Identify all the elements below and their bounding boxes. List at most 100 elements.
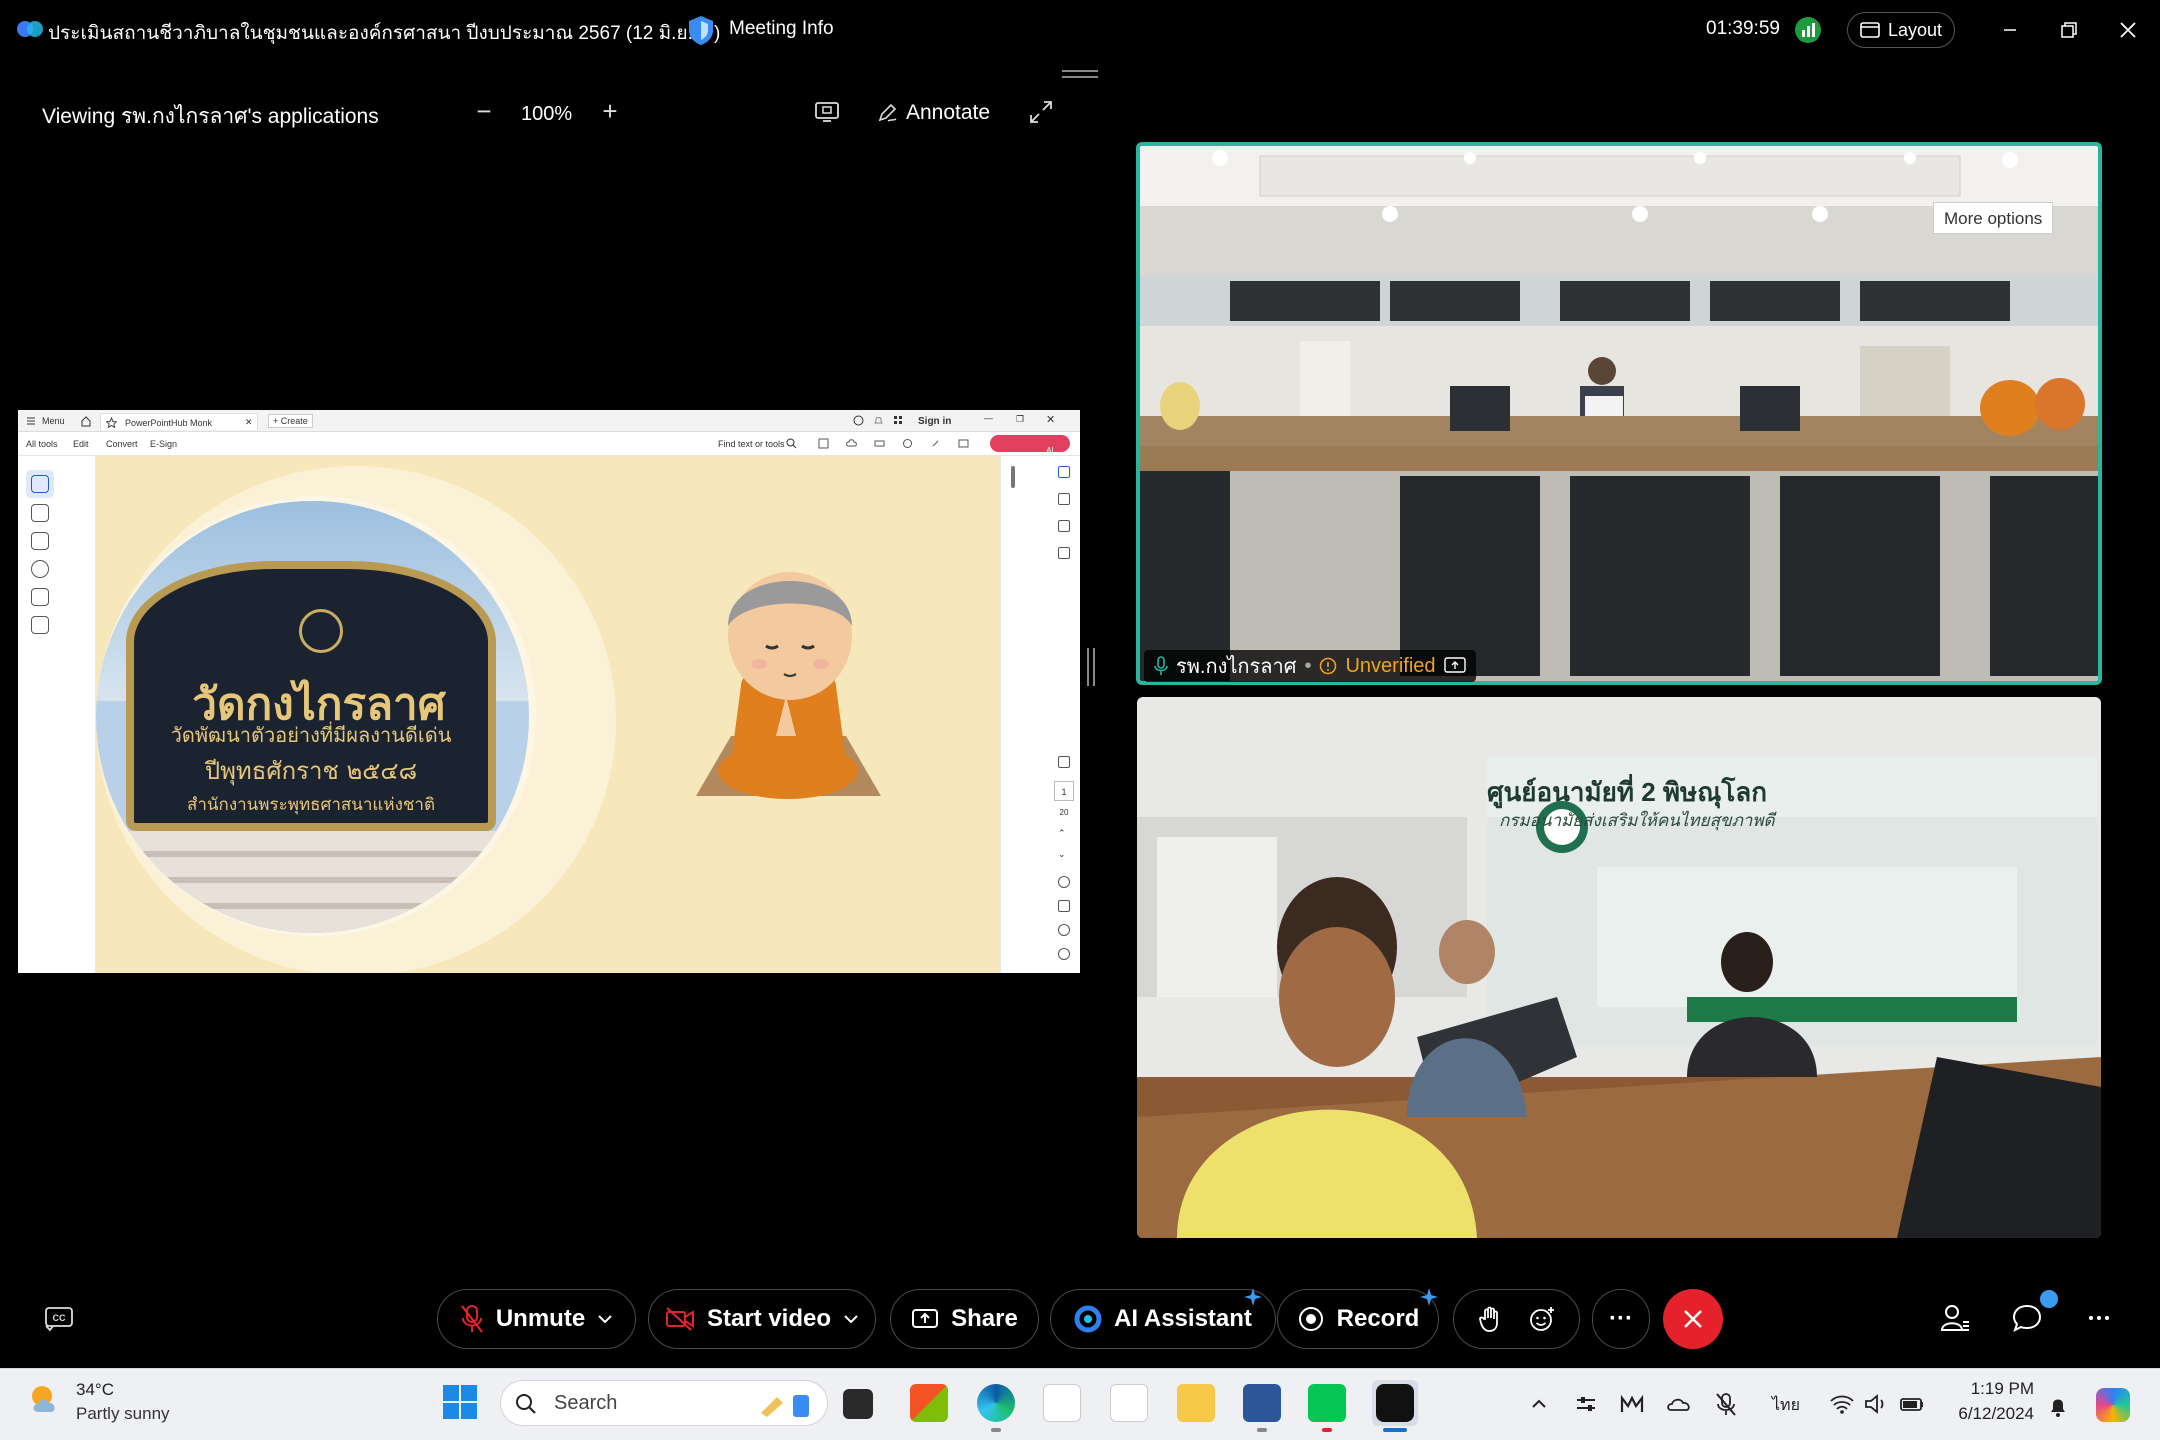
page-down-icon[interactable]: ⌄ (1058, 849, 1066, 860)
share-link-icon[interactable] (902, 438, 913, 449)
menu-all-tools[interactable]: All tools (26, 439, 58, 449)
microsoft-store-icon[interactable] (910, 1384, 948, 1422)
mic-muted-tray-icon[interactable] (1712, 1390, 1740, 1418)
pdf-ai-assistant-button[interactable]: AI Assistant (990, 435, 1070, 472)
comments-panel-icon[interactable] (1058, 493, 1070, 505)
network-health-icon[interactable] (1795, 17, 1821, 43)
meeting-info-link[interactable]: Meeting Info (729, 18, 834, 40)
copilot-icon[interactable] (2096, 1388, 2130, 1422)
windows-start-icon[interactable] (443, 1385, 477, 1419)
snipping-tool-icon[interactable] (1110, 1384, 1148, 1422)
tray-app-icon[interactable] (1618, 1390, 1646, 1418)
close-window-button[interactable] (2108, 14, 2148, 46)
page-up-icon[interactable]: ⌃ (1058, 828, 1066, 839)
pdf-minimize-icon[interactable]: — (984, 413, 993, 423)
chevron-down-icon[interactable] (597, 1314, 613, 1324)
pages-panel-icon[interactable] (1058, 547, 1070, 559)
clock-time[interactable]: 1:19 PM (1950, 1379, 2034, 1399)
battery-icon[interactable] (1898, 1390, 1926, 1418)
refresh-icon[interactable] (1058, 876, 1070, 888)
comment-tool-icon[interactable] (31, 504, 49, 522)
bookmarks-icon[interactable] (1058, 520, 1070, 532)
find-text-tools[interactable]: Find text or tools (718, 439, 785, 449)
lasso-tool-icon[interactable] (31, 560, 49, 578)
input-language[interactable]: ไทย (1772, 1393, 1800, 1418)
zoom-out-button[interactable]: − (472, 96, 496, 126)
star-icon[interactable] (106, 417, 117, 428)
home-icon[interactable] (80, 415, 92, 427)
raise-hand-icon[interactable] (1478, 1305, 1502, 1333)
menu-edit[interactable]: Edit (73, 439, 89, 449)
text-tool-icon[interactable] (31, 588, 49, 606)
cursor-tool-icon[interactable] (31, 475, 49, 493)
taskbar-search-box[interactable] (500, 1380, 828, 1426)
webex-taskbar-active[interactable] (1372, 1380, 1418, 1426)
zoom-in-button[interactable]: + (598, 96, 622, 126)
onedrive-icon[interactable] (1665, 1390, 1693, 1418)
help-icon[interactable] (853, 415, 864, 426)
fullscreen-icon[interactable] (1028, 99, 1054, 125)
share-button[interactable]: Share (890, 1289, 1039, 1349)
line-app-icon[interactable] (1308, 1384, 1346, 1422)
weather-description[interactable]: Partly sunny (76, 1404, 170, 1424)
video-tile-participant[interactable]: ศูนย์อนามัยที่ 2 พิษณุโลก กรมอนามัยส่งเส… (1137, 697, 2101, 1238)
clock-date[interactable]: 6/12/2024 (1950, 1404, 2034, 1424)
notification-bell-icon[interactable] (2044, 1392, 2072, 1420)
participants-button[interactable] (1937, 1300, 1973, 1336)
apps-grid-icon[interactable] (893, 415, 904, 426)
edit-pdf-icon[interactable] (1058, 466, 1070, 478)
menu-convert[interactable]: Convert (106, 439, 138, 449)
weather-temperature[interactable]: 34°C (76, 1380, 114, 1400)
minimize-button[interactable] (1990, 14, 2030, 46)
annotate-button[interactable]: Annotate (876, 98, 990, 128)
ai-assistant-button[interactable]: AI Assistant (1050, 1289, 1276, 1349)
unmute-button[interactable]: Unmute (437, 1289, 636, 1349)
pdf-sign-in[interactable]: Sign in (918, 416, 951, 427)
print-icon[interactable] (874, 438, 885, 449)
file-explorer-icon[interactable] (1177, 1384, 1215, 1422)
share-drag-handle[interactable] (1062, 70, 1098, 78)
partly-sunny-icon[interactable] (28, 1382, 64, 1418)
pdf-scrollbar-thumb[interactable] (1011, 466, 1015, 488)
pdf-document-tab[interactable]: PowerPointHub Monk ✕ (100, 413, 258, 430)
edge-browser-icon[interactable] (977, 1384, 1015, 1422)
pdf-tab-close-icon[interactable]: ✕ (245, 417, 253, 428)
volume-icon[interactable] (1862, 1390, 1890, 1418)
layout-button[interactable]: Layout (1847, 12, 1955, 48)
present-icon[interactable] (1058, 756, 1070, 768)
email-icon[interactable] (958, 438, 969, 449)
upload-cloud-icon[interactable] (846, 438, 857, 449)
screen-view-icon[interactable] (814, 100, 840, 124)
panel-resize-handle[interactable] (1087, 648, 1095, 686)
chat-button[interactable] (2009, 1300, 2045, 1336)
more-options-tooltip[interactable]: More options (1933, 202, 2054, 234)
pdf-create-tab[interactable]: + Create (268, 414, 313, 428)
chevron-down-icon[interactable] (843, 1314, 859, 1324)
shield-icon[interactable] (687, 14, 715, 46)
menu-esign[interactable]: E-Sign (150, 439, 177, 449)
closed-captions-icon[interactable]: CC (44, 1305, 74, 1331)
task-view-icon[interactable] (843, 1389, 873, 1419)
zoom-in-pdf-icon[interactable] (1058, 924, 1070, 936)
unverified-status[interactable]: Unverified (1345, 655, 1435, 678)
mail-app-icon[interactable] (1043, 1384, 1081, 1422)
chevron-up-icon[interactable] (1525, 1390, 1553, 1418)
record-button[interactable]: Record (1277, 1289, 1439, 1349)
wifi-icon[interactable] (1828, 1390, 1856, 1418)
tray-settings-icon[interactable] (1572, 1390, 1600, 1418)
signature-tool-icon[interactable] (31, 616, 49, 634)
notification-icon[interactable] (873, 415, 884, 426)
pdf-restore-icon[interactable]: ❐ (1016, 414, 1024, 425)
menu-icon[interactable] (26, 416, 36, 426)
pdf-close-icon[interactable]: ✕ (1046, 413, 1055, 426)
start-video-button[interactable]: Start video (648, 1289, 876, 1349)
zoom-out-pdf-icon[interactable] (1058, 948, 1070, 960)
link-icon[interactable] (930, 438, 941, 449)
page-number-input[interactable]: 1 (1054, 781, 1074, 801)
save-page-icon[interactable] (1058, 900, 1070, 912)
pdf-menu-label[interactable]: Menu (42, 416, 65, 426)
restore-button[interactable] (2049, 14, 2089, 46)
pdf-search-icon[interactable] (786, 438, 797, 449)
draw-tool-icon[interactable] (31, 532, 49, 550)
reactions-icon[interactable] (1528, 1305, 1556, 1333)
